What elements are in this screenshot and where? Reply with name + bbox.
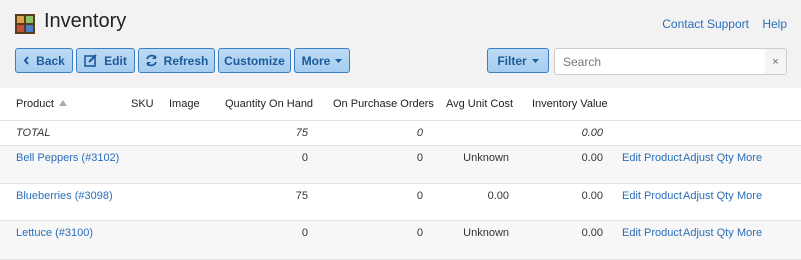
column-header-cost[interactable]: Avg Unit Cost (446, 98, 513, 110)
inventory-table: Product SKU Image Quantity On Hand On Pu… (0, 88, 801, 260)
column-header-product[interactable]: Product (16, 98, 67, 110)
edit-icon (84, 54, 98, 67)
edit-product-link[interactable]: Edit Product (622, 190, 682, 202)
cost-cell: 0.00 (487, 190, 509, 202)
value-cell: 0.00 (581, 227, 603, 239)
inventory-app-icon (15, 14, 35, 34)
table-row: Bell Peppers (#3102) 0 0 Unknown 0.00 Ed… (0, 146, 801, 184)
refresh-button[interactable]: Refresh (138, 48, 215, 73)
more-link[interactable]: More (737, 190, 762, 202)
page-header: Inventory Contact Support Help (0, 0, 801, 44)
more-link[interactable]: More (737, 227, 762, 239)
total-row: TOTAL 75 0 0.00 (0, 121, 801, 146)
edit-label: Edit (104, 53, 127, 68)
table-header: Product SKU Image Quantity On Hand On Pu… (0, 88, 801, 121)
po-cell: 0 (416, 152, 423, 164)
customize-button[interactable]: Customize (218, 48, 291, 73)
total-po: 0 (416, 127, 423, 139)
clear-search-button[interactable]: × (765, 48, 787, 75)
sort-ascending-icon (58, 100, 67, 106)
top-links: Contact Support Help (652, 17, 787, 31)
edit-product-link[interactable]: Edit Product (622, 227, 682, 239)
edit-product-link[interactable]: Edit Product (622, 152, 682, 164)
column-header-sku[interactable]: SKU (131, 98, 154, 110)
search-input[interactable] (554, 48, 766, 75)
po-cell: 0 (416, 227, 423, 239)
adjust-qty-link[interactable]: Adjust Qty (683, 152, 734, 164)
chevron-left-icon (23, 56, 30, 65)
contact-support-link[interactable]: Contact Support (662, 17, 749, 31)
toolbar: Back Edit Refresh Customize More Filter … (15, 48, 787, 75)
qty-cell: 0 (301, 227, 308, 239)
table-row: Lettuce (#3100) 0 0 Unknown 0.00 Edit Pr… (0, 221, 801, 260)
product-link[interactable]: Bell Peppers (#3102) (16, 152, 119, 164)
adjust-qty-link[interactable]: Adjust Qty (683, 227, 734, 239)
po-cell: 0 (416, 190, 423, 202)
qty-cell: 75 (295, 190, 308, 202)
caret-down-icon (531, 58, 539, 63)
total-value: 0.00 (581, 127, 603, 139)
column-header-po[interactable]: On Purchase Orders (333, 98, 434, 110)
value-cell: 0.00 (581, 152, 603, 164)
more-button[interactable]: More (294, 48, 350, 73)
qty-cell: 0 (301, 152, 308, 164)
filter-button[interactable]: Filter (487, 48, 549, 73)
refresh-icon (145, 54, 158, 67)
value-cell: 0.00 (581, 190, 603, 202)
column-header-image[interactable]: Image (169, 98, 200, 110)
more-link[interactable]: More (737, 152, 762, 164)
refresh-label: Refresh (163, 53, 209, 68)
adjust-qty-link[interactable]: Adjust Qty (683, 190, 734, 202)
filter-label: Filter (497, 53, 527, 68)
product-link[interactable]: Blueberries (#3098) (16, 190, 113, 202)
back-button[interactable]: Back (15, 48, 73, 73)
more-label: More (301, 53, 331, 68)
column-header-value[interactable]: Inventory Value (532, 98, 608, 110)
total-label: TOTAL (16, 127, 51, 139)
product-link[interactable]: Lettuce (#3100) (16, 227, 93, 239)
total-qty: 75 (295, 127, 308, 139)
cost-cell: Unknown (463, 227, 509, 239)
cost-cell: Unknown (463, 152, 509, 164)
caret-down-icon (335, 58, 343, 63)
back-label: Back (36, 53, 65, 68)
edit-button[interactable]: Edit (76, 48, 135, 73)
table-row: Blueberries (#3098) 75 0 0.00 0.00 Edit … (0, 184, 801, 221)
column-header-qty[interactable]: Quantity On Hand (225, 98, 313, 110)
customize-label: Customize (224, 53, 285, 68)
page-title: Inventory (44, 10, 127, 32)
help-link[interactable]: Help (762, 17, 787, 31)
